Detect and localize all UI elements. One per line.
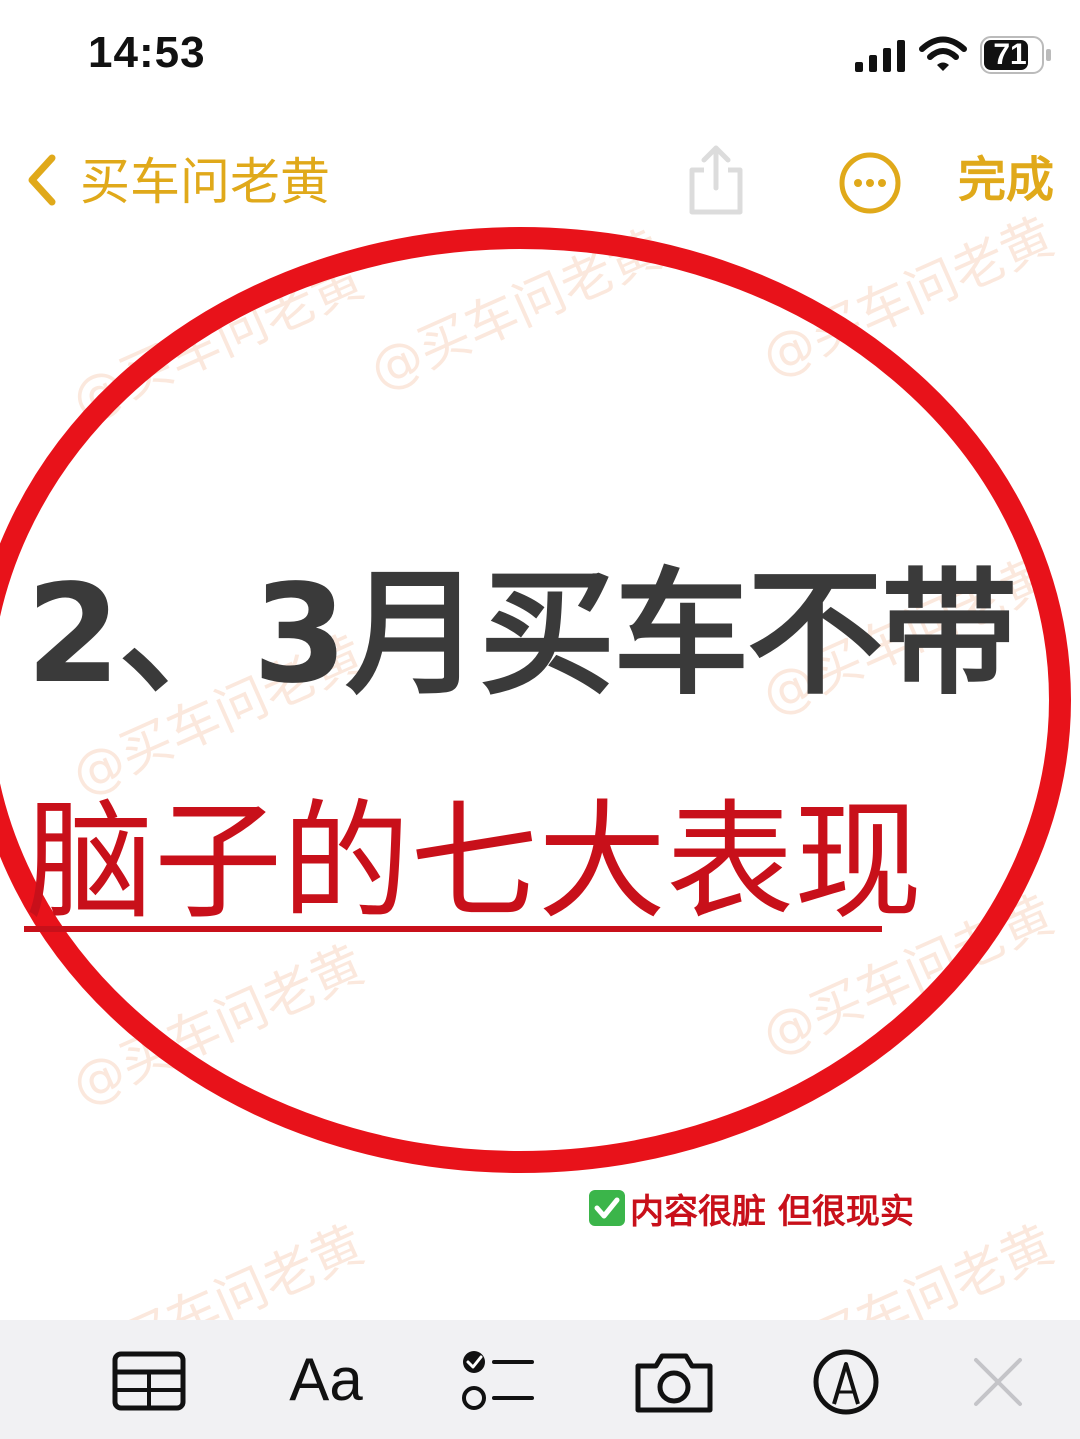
markup-icon[interactable]	[808, 1344, 884, 1420]
more-icon[interactable]	[838, 151, 902, 215]
camera-icon[interactable]	[632, 1344, 716, 1420]
tagline-text: 内容很脏 但很现实	[630, 1191, 914, 1232]
wifi-icon	[919, 36, 967, 71]
tagline: 内容很脏 但很现实	[588, 1186, 914, 1232]
close-icon[interactable]	[966, 1344, 1030, 1420]
headline-line2: 脑子的七大表现	[26, 788, 923, 937]
back-button[interactable]: 买车问老黄	[80, 150, 330, 214]
check-mark-icon	[589, 1190, 625, 1226]
chevron-left-icon[interactable]	[22, 150, 62, 210]
headline-underline	[24, 926, 882, 932]
share-icon[interactable]	[686, 144, 746, 216]
checklist-icon[interactable]	[458, 1344, 538, 1420]
headline-line1: 2、3月买车不带	[26, 556, 1017, 714]
format-button[interactable]: Aa	[286, 1342, 366, 1418]
signal-icon	[855, 40, 905, 72]
table-icon[interactable]	[112, 1344, 186, 1420]
battery-level: 71	[993, 38, 1027, 71]
done-button[interactable]: 完成	[958, 148, 1054, 212]
status-time: 14:53	[88, 28, 206, 77]
